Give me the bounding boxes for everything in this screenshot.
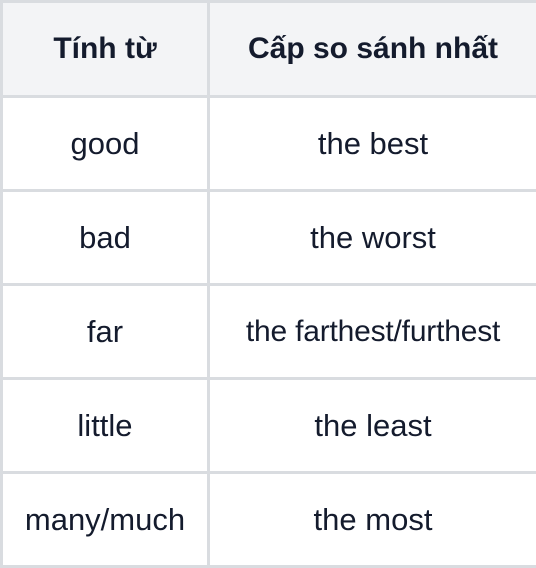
comparison-table-container: Tính từ Cấp so sánh nhất good the best b… xyxy=(0,0,536,564)
header-superlative: Cấp so sánh nhất xyxy=(209,2,536,97)
cell-superlative: the worst xyxy=(209,191,536,285)
cell-adjective: bad xyxy=(2,191,209,285)
cell-adjective: far xyxy=(2,285,209,379)
table-row: bad the worst xyxy=(2,191,536,285)
superlative-table: Tính từ Cấp so sánh nhất good the best b… xyxy=(0,0,536,568)
cell-superlative: the farthest/furthest xyxy=(209,285,536,379)
cell-adjective: little xyxy=(2,379,209,473)
table-row: many/much the most xyxy=(2,473,536,567)
header-row: Tính từ Cấp so sánh nhất xyxy=(2,2,536,97)
cell-adjective: many/much xyxy=(2,473,209,567)
table-row: good the best xyxy=(2,97,536,191)
cell-superlative: the best xyxy=(209,97,536,191)
header-adjective: Tính từ xyxy=(2,2,209,97)
cell-superlative: the most xyxy=(209,473,536,567)
table-row: little the least xyxy=(2,379,536,473)
table-body: good the best bad the worst far the fart… xyxy=(2,97,536,567)
cell-superlative: the least xyxy=(209,379,536,473)
cell-adjective: good xyxy=(2,97,209,191)
table-row: far the farthest/furthest xyxy=(2,285,536,379)
table-header: Tính từ Cấp so sánh nhất xyxy=(2,2,536,97)
